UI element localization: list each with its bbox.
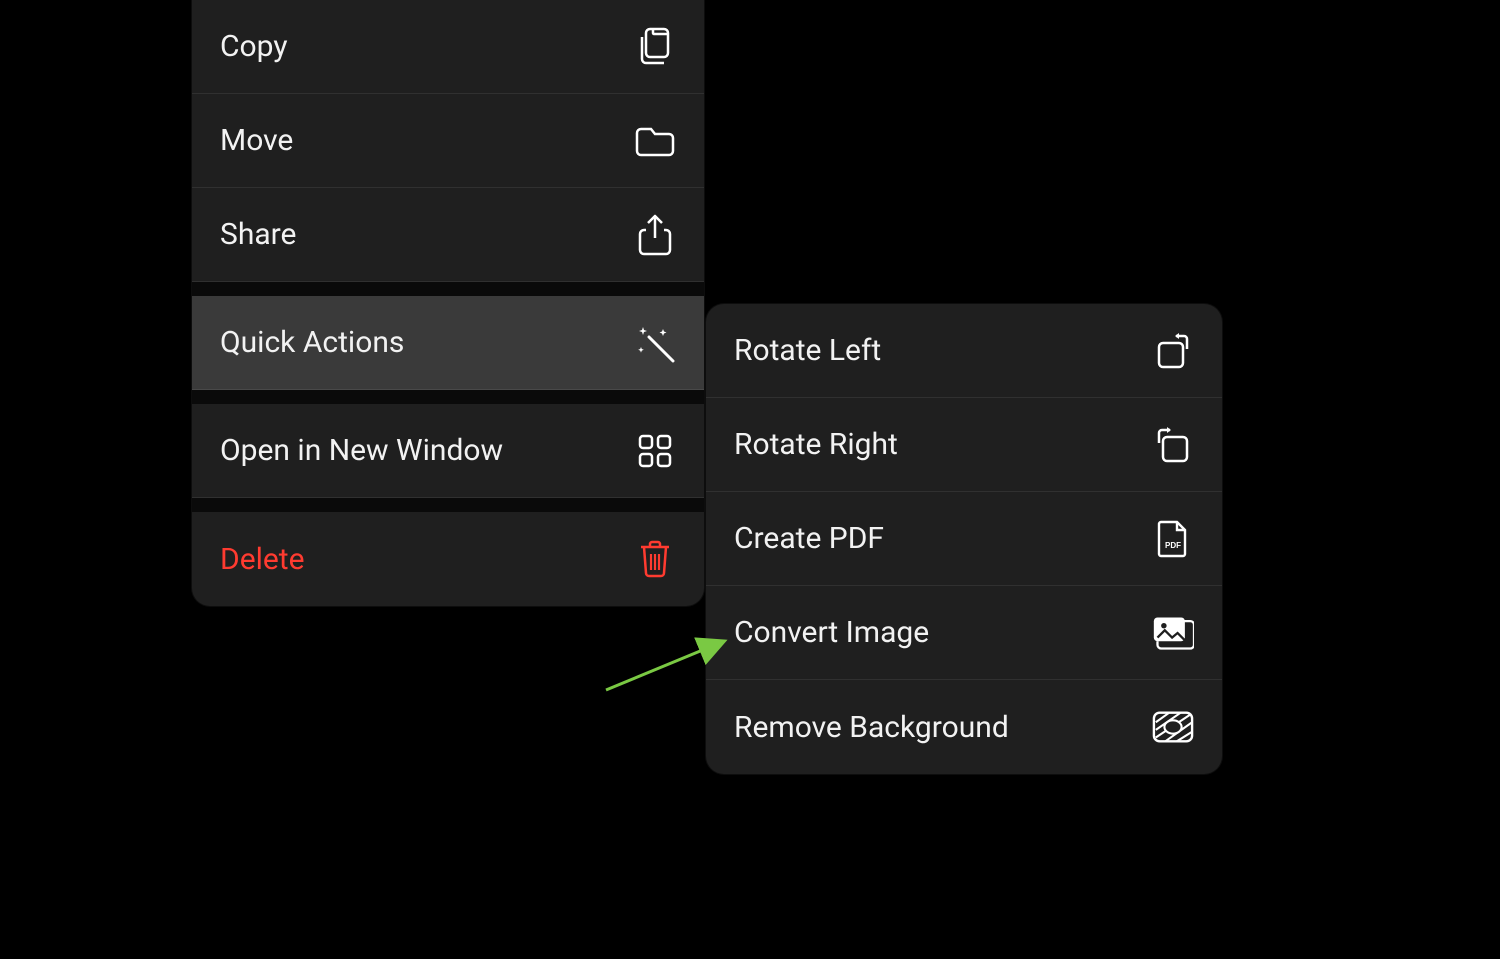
menu-item-label: Move	[220, 123, 634, 158]
submenu-item-rotate-right[interactable]: Rotate Right	[706, 398, 1222, 492]
menu-item-label: Rotate Right	[734, 427, 1152, 462]
menu-item-label: Rotate Left	[734, 333, 1152, 368]
menu-item-label: Create PDF	[734, 521, 1152, 556]
menu-item-delete[interactable]: Delete	[192, 512, 704, 606]
menu-item-label: Delete	[220, 542, 634, 577]
menu-item-label: Share	[220, 217, 634, 252]
menu-section-gap	[192, 282, 704, 296]
menu-item-label: Copy	[220, 29, 634, 64]
menu-item-label: Convert Image	[734, 615, 1152, 650]
menu-section-gap	[192, 390, 704, 404]
menu-item-quick-actions[interactable]: Quick Actions	[192, 296, 704, 390]
menu-item-label: Remove Background	[734, 710, 1152, 745]
grid-icon	[634, 430, 676, 472]
submenu-item-convert-image[interactable]: Convert Image	[706, 586, 1222, 680]
submenu-item-create-pdf[interactable]: Create PDF PDF	[706, 492, 1222, 586]
context-menu-quick-actions: Rotate Left Rotate Right Create PDF PD	[706, 304, 1222, 774]
submenu-item-rotate-left[interactable]: Rotate Left	[706, 304, 1222, 398]
copy-icon	[634, 26, 676, 68]
trash-icon	[634, 538, 676, 580]
submenu-item-remove-background[interactable]: Remove Background	[706, 680, 1222, 774]
menu-item-copy[interactable]: Copy	[192, 0, 704, 94]
remove-background-icon	[1152, 706, 1194, 748]
menu-item-label: Open in New Window	[220, 433, 634, 468]
svg-text:PDF: PDF	[1165, 541, 1181, 550]
folder-icon	[634, 120, 676, 162]
images-icon	[1152, 612, 1194, 654]
context-menu-main: Copy Move Share Quick Action	[192, 0, 704, 606]
wand-sparkles-icon	[634, 322, 676, 364]
pdf-file-icon: PDF	[1152, 518, 1194, 560]
menu-item-label: Quick Actions	[220, 325, 634, 360]
rotate-left-icon	[1152, 330, 1194, 372]
rotate-right-icon	[1152, 424, 1194, 466]
menu-item-move[interactable]: Move	[192, 94, 704, 188]
menu-section-gap	[192, 498, 704, 512]
menu-item-share[interactable]: Share	[192, 188, 704, 282]
share-icon	[634, 214, 676, 256]
menu-item-open-new-window[interactable]: Open in New Window	[192, 404, 704, 498]
